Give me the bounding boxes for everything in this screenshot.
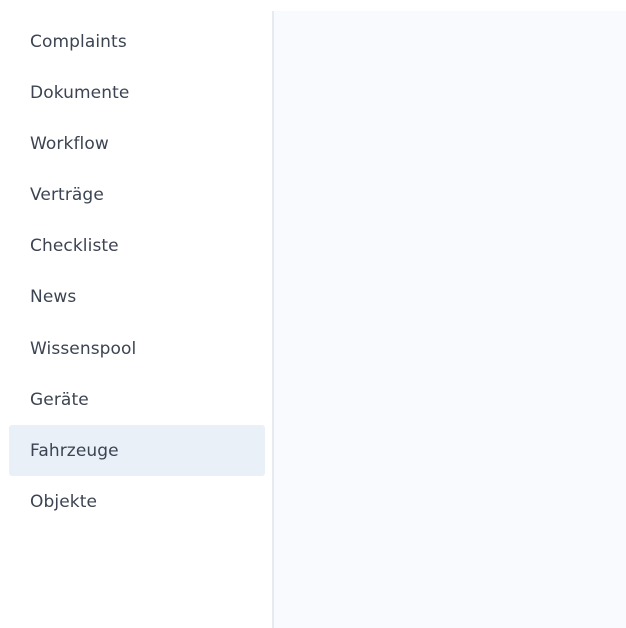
sidebar-item-label: Verträge [30,184,104,205]
content-pane [274,11,626,628]
sidebar-item-complaints[interactable]: Complaints [9,16,265,67]
sidebar-item-news[interactable]: News [9,271,265,322]
sidebar-item-label: Workflow [30,133,109,154]
sidebar-item-label: Dokumente [30,82,130,103]
sidebar-nav: Complaints Dokumente Workflow Verträge C… [0,11,272,628]
sidebar-item-label: Geräte [30,389,89,410]
sidebar-item-objekte[interactable]: Objekte [9,476,265,527]
sidebar-item-label: Checkliste [30,235,119,256]
sidebar-item-fahrzeuge[interactable]: Fahrzeuge [9,425,265,476]
sidebar-item-label: Objekte [30,491,98,512]
sidebar-item-vertraege[interactable]: Verträge [9,169,265,220]
sidebar-item-label: Wissenspool [30,338,137,359]
sidebar-item-geraete[interactable]: Geräte [9,374,265,425]
sidebar-item-label: News [30,286,77,307]
sidebar-item-wissenspool[interactable]: Wissenspool [9,323,265,374]
sidebar-item-dokumente[interactable]: Dokumente [9,67,265,118]
sidebar-item-workflow[interactable]: Workflow [9,118,265,169]
sidebar-item-label: Fahrzeuge [30,440,119,461]
sidebar-item-checkliste[interactable]: Checkliste [9,220,265,271]
sidebar-item-label: Complaints [30,31,127,52]
